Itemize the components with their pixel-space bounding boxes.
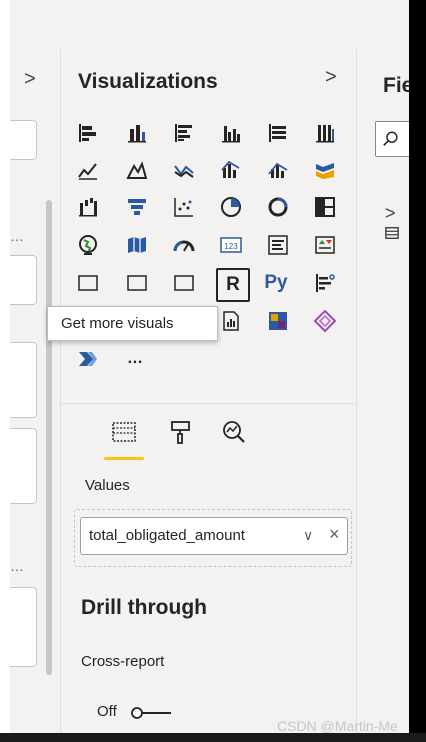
filter-more-button[interactable]: … xyxy=(10,228,25,244)
window-edge-bottom xyxy=(0,733,426,742)
field-pill[interactable]: total_obligated_amount ∨ × xyxy=(80,517,348,555)
get-more-visuals-tooltip: Get more visuals xyxy=(47,306,218,341)
top-bar xyxy=(10,0,409,51)
cross-report-toggle[interactable] xyxy=(131,706,175,720)
cross-report-toggle-label: Off xyxy=(97,703,117,720)
values-well[interactable]: total_obligated_amount ∨ × xyxy=(74,509,352,567)
filters-scrollbar[interactable] xyxy=(46,200,52,675)
paginated-report-icon[interactable] xyxy=(216,306,246,336)
donut-chart-icon[interactable] xyxy=(263,192,293,222)
window-edge xyxy=(409,0,426,742)
filter-card[interactable] xyxy=(10,587,37,667)
fields-search-input[interactable] xyxy=(375,121,409,157)
table-icon[interactable] xyxy=(122,268,152,298)
analytics-tab[interactable] xyxy=(212,410,256,454)
divider xyxy=(61,403,356,404)
treemap-icon[interactable] xyxy=(310,192,340,222)
python-visual-icon[interactable]: Py xyxy=(261,268,291,298)
gauge-icon[interactable] xyxy=(169,230,199,260)
stacked-column-chart-icon[interactable] xyxy=(122,118,152,148)
filters-expand-button[interactable]: > xyxy=(24,68,36,91)
left-edge xyxy=(0,0,10,742)
chevron-down-icon[interactable]: ∨ xyxy=(303,527,313,544)
filter-card[interactable] xyxy=(10,428,37,504)
line-and-stacked-column-chart-icon[interactable] xyxy=(216,155,246,185)
cross-report-label: Cross-report xyxy=(81,653,165,670)
multi-row-card-icon[interactable] xyxy=(263,230,293,260)
kpi-icon[interactable] xyxy=(310,230,340,260)
waterfall-chart-icon[interactable] xyxy=(73,192,103,222)
build-visual-tab[interactable] xyxy=(102,410,146,454)
format-visual-tab[interactable] xyxy=(159,410,203,454)
table-icon xyxy=(385,227,399,239)
100-stacked-bar-chart-icon[interactable] xyxy=(263,118,293,148)
matrix-icon[interactable] xyxy=(169,268,199,298)
100-stacked-column-chart-icon[interactable] xyxy=(310,118,340,148)
filter-card[interactable] xyxy=(10,255,37,305)
fields-table-expand[interactable]: > xyxy=(385,203,409,245)
visualizations-pane: Visualizations > 123 R Py … Values total… xyxy=(61,50,357,733)
search-icon xyxy=(383,131,398,146)
filled-map-icon[interactable] xyxy=(122,230,152,260)
filter-search-input[interactable] xyxy=(10,120,37,160)
power-automate-icon[interactable] xyxy=(310,306,340,336)
filters-pane: > … … xyxy=(10,50,61,733)
drill-through-title: Drill through xyxy=(81,596,207,619)
ribbon-chart-icon[interactable] xyxy=(310,155,340,185)
chevron-right-icon: > xyxy=(385,203,396,223)
filter-card[interactable] xyxy=(10,342,37,418)
key-influencers-icon[interactable] xyxy=(310,268,340,298)
powerbi-window: > … … Visualizations > 123 R Py … Values… xyxy=(10,0,409,733)
r-script-visual-icon[interactable]: R xyxy=(216,268,250,302)
power-automate-flow-icon[interactable] xyxy=(73,344,103,374)
visualizations-collapse-button[interactable]: > xyxy=(325,66,337,89)
values-well-label: Values xyxy=(85,477,130,494)
tooltip-text: Get more visuals xyxy=(61,315,174,332)
stacked-bar-chart-icon[interactable] xyxy=(73,118,103,148)
power-apps-icon[interactable] xyxy=(263,306,293,336)
card-icon[interactable]: 123 xyxy=(216,230,246,260)
fields-title: Fie xyxy=(383,74,409,97)
visualizations-title: Visualizations xyxy=(78,70,218,93)
close-icon[interactable]: × xyxy=(329,524,340,545)
svg-text:123: 123 xyxy=(224,242,238,251)
scatter-chart-icon[interactable] xyxy=(169,192,199,222)
filter-more-button[interactable]: … xyxy=(10,558,25,574)
get-more-visuals-icon[interactable]: … xyxy=(120,344,150,374)
line-and-clustered-column-chart-icon[interactable] xyxy=(263,155,293,185)
funnel-icon[interactable] xyxy=(122,192,152,222)
active-tab-indicator xyxy=(104,457,144,460)
clustered-bar-chart-icon[interactable] xyxy=(169,118,199,148)
pie-chart-icon[interactable] xyxy=(216,192,246,222)
line-chart-icon[interactable] xyxy=(73,155,103,185)
stacked-area-chart-icon[interactable] xyxy=(169,155,199,185)
field-name: total_obligated_amount xyxy=(89,527,245,544)
map-icon[interactable] xyxy=(73,230,103,260)
clustered-column-chart-icon[interactable] xyxy=(216,118,246,148)
slicer-icon[interactable] xyxy=(73,268,103,298)
watermark: CSDN @Martin-Me xyxy=(277,718,398,734)
fields-pane: Fie > xyxy=(357,50,409,733)
area-chart-icon[interactable] xyxy=(122,155,152,185)
